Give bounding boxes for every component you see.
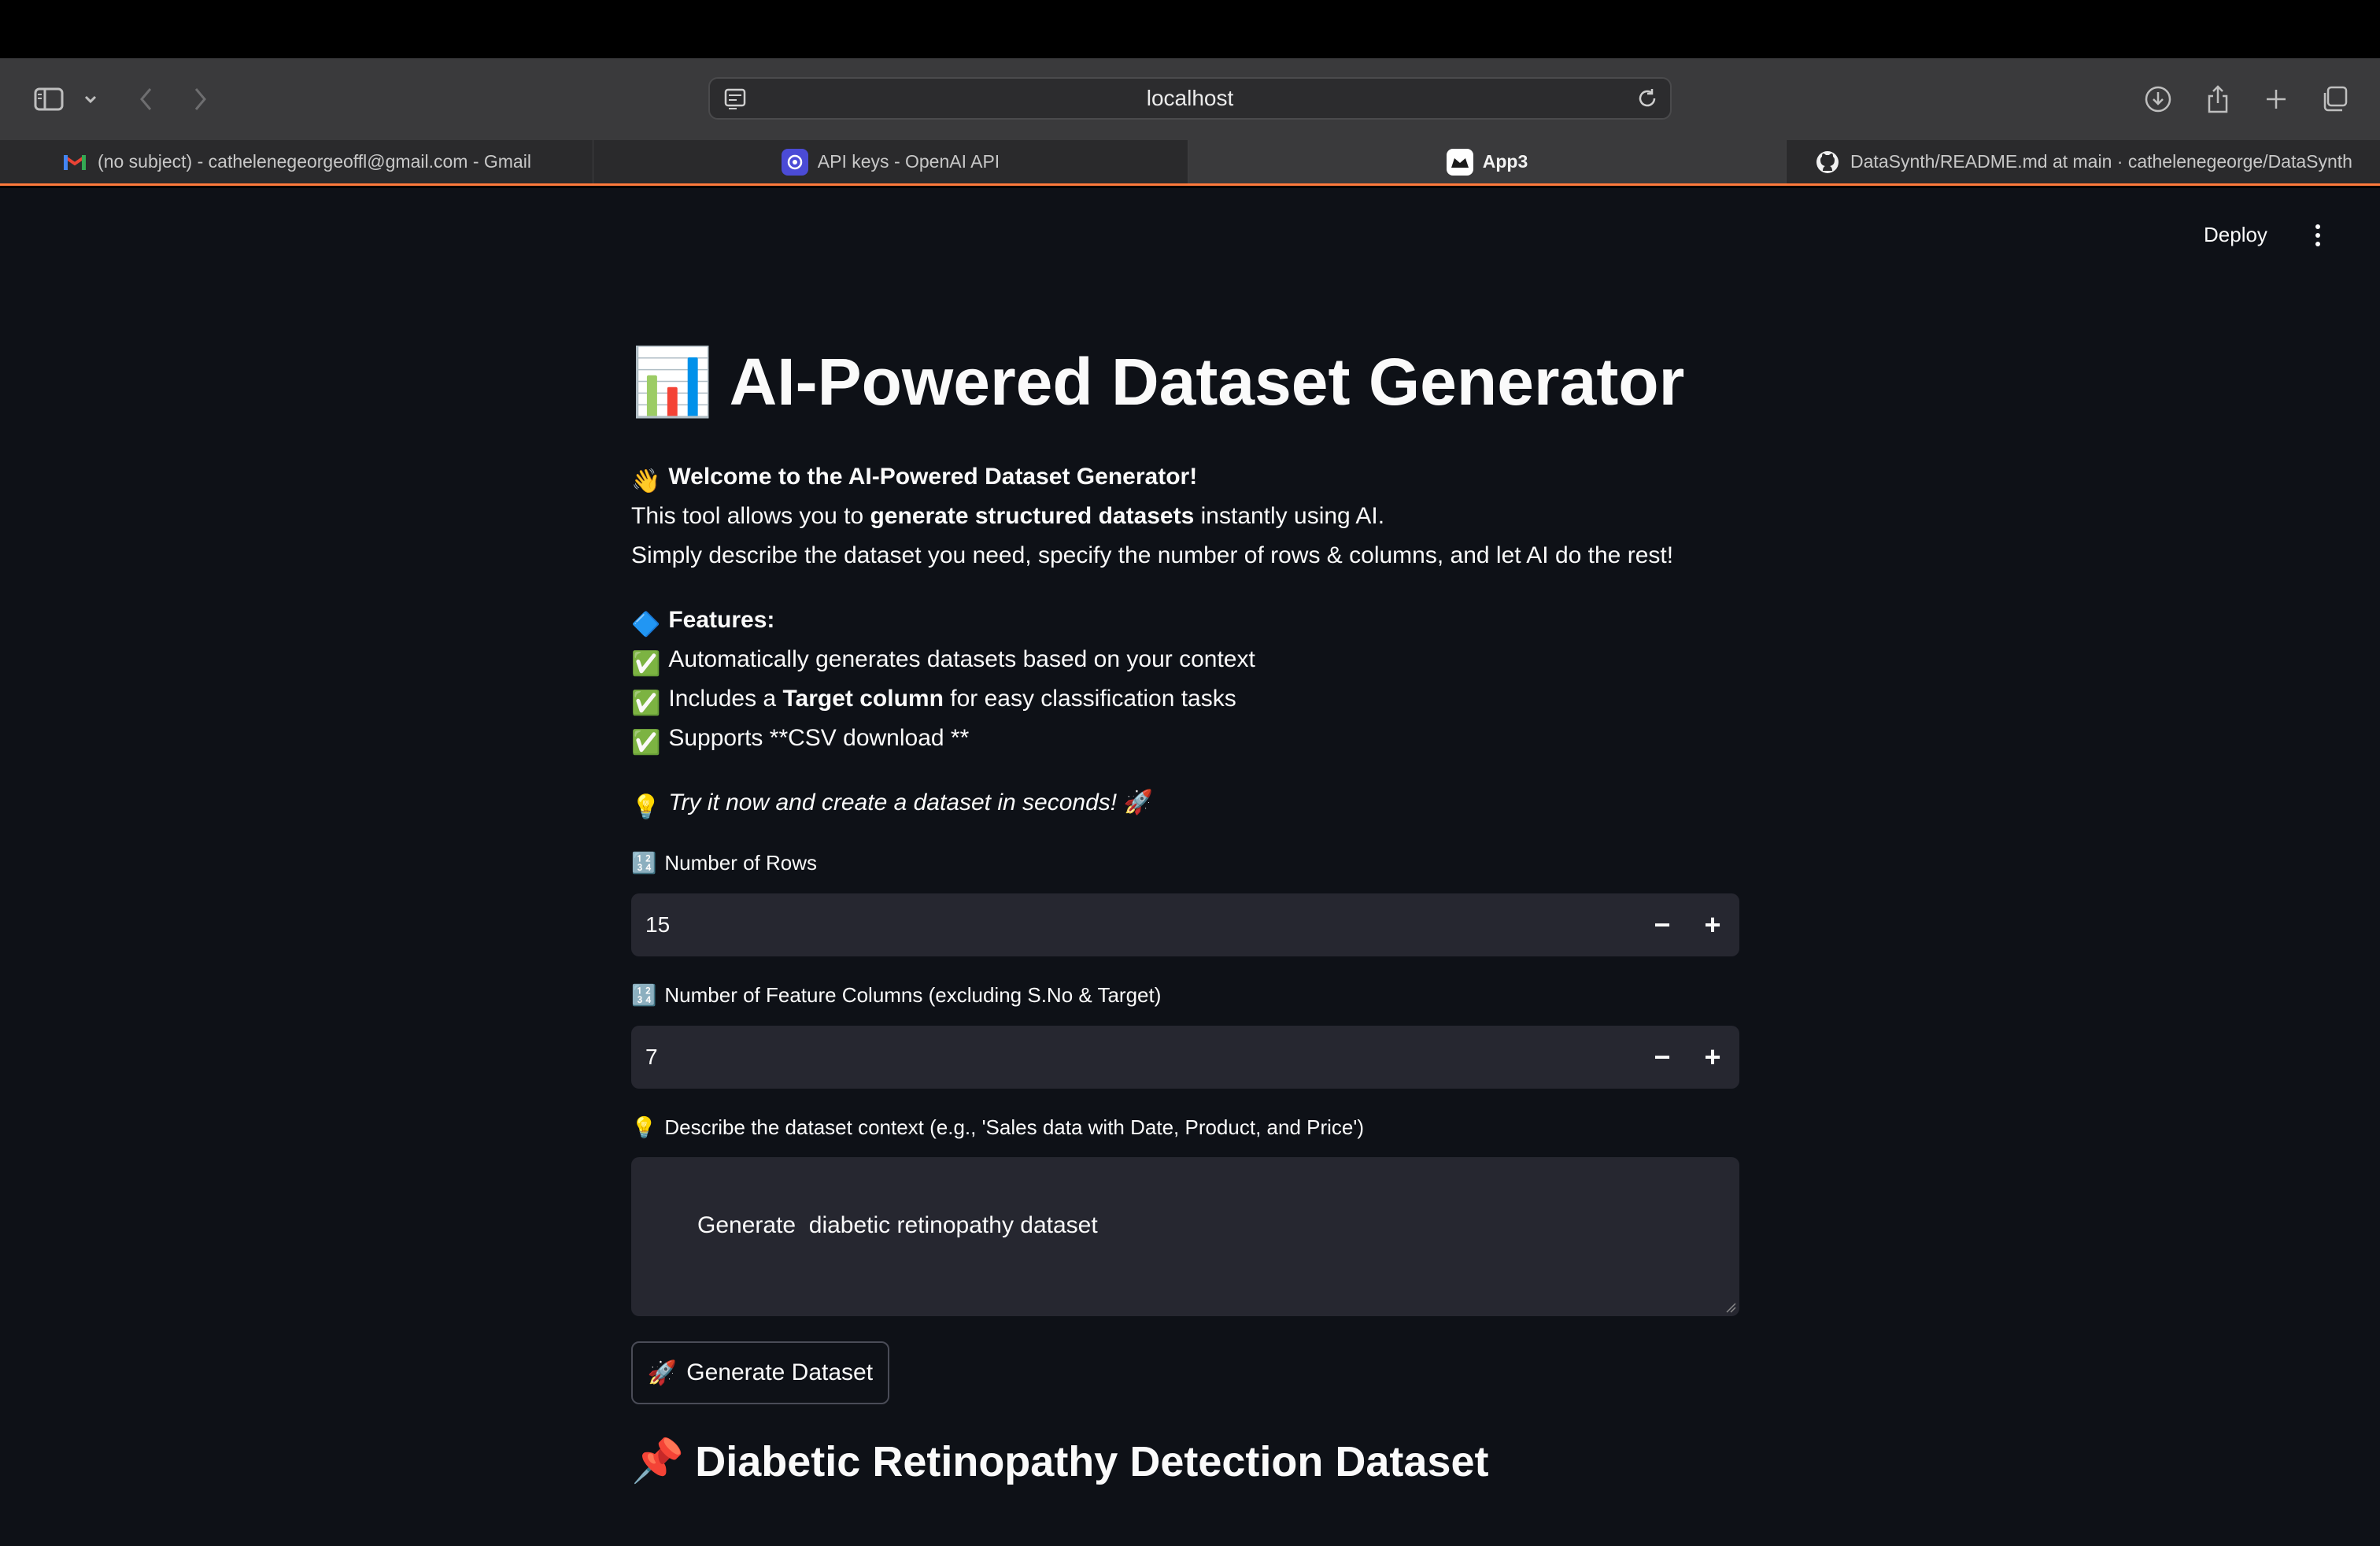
- feature-item: ✅ Automatically generates datasets based …: [631, 640, 1255, 684]
- rocket-emoji-icon: 🚀: [1123, 790, 1153, 816]
- sidebar-toggle-icon[interactable]: [30, 82, 68, 117]
- resize-grip-icon[interactable]: [1725, 1302, 1736, 1313]
- openai-icon: [781, 148, 808, 176]
- intro-line-2: Simply describe the dataset you need, sp…: [631, 542, 1674, 568]
- feature-text: Supports **CSV download **: [668, 725, 970, 751]
- rows-value[interactable]: 15: [645, 893, 670, 956]
- back-icon[interactable]: [131, 82, 162, 117]
- feature-item: ✅ Includes a Target column for easy class…: [631, 679, 1236, 723]
- main-menu-icon[interactable]: [2306, 220, 2330, 251]
- github-icon: [1814, 149, 1841, 176]
- diamond-emoji-icon: 🔷: [631, 612, 661, 638]
- result-heading: 📌 Diabetic Retinopathy Detection Dataset: [631, 1437, 1488, 1486]
- features-heading-text: Features:: [668, 607, 775, 633]
- check-emoji-icon: ✅: [631, 690, 661, 716]
- new-tab-icon[interactable]: [2259, 82, 2293, 117]
- page-title: 📊 AI-Powered Dataset Generator: [631, 349, 1684, 415]
- feature-text: Includes a: [668, 686, 783, 712]
- intro-line-1: This tool allows you to generate structu…: [631, 497, 1384, 536]
- welcome-text: Welcome to the AI-Powered Dataset Genera…: [668, 464, 1198, 490]
- columns-decrement-button[interactable]: −: [1643, 1038, 1681, 1076]
- pin-emoji-icon: 📌: [631, 1437, 685, 1485]
- context-textarea[interactable]: Generate diabetic retinopathy dataset: [631, 1157, 1739, 1316]
- numbers-emoji-icon: 🔢: [631, 851, 657, 875]
- intro-text: instantly using AI.: [1194, 503, 1385, 529]
- bulb-emoji-icon: 💡: [631, 794, 661, 820]
- address-bar[interactable]: localhost: [708, 77, 1672, 120]
- tab-label: DataSynth/README.md at main · catheleneg…: [1850, 151, 2352, 172]
- menubar-strip: [0, 0, 2380, 58]
- forward-icon[interactable]: [184, 82, 216, 117]
- tab-label: App3: [1482, 151, 1528, 172]
- tab-openai[interactable]: API keys - OpenAI API: [593, 140, 1188, 183]
- tab-label: (no subject) - cathelenegeorgeoffl@gmail…: [98, 151, 531, 172]
- rows-label-text: Number of Rows: [664, 851, 817, 875]
- try-it-line: 💡 Try it now and create a dataset in seco…: [631, 783, 1153, 827]
- columns-label-text: Number of Feature Columns (excluding S.N…: [664, 983, 1162, 1007]
- tab-overview-icon[interactable]: [2317, 82, 2352, 117]
- tab-label: API keys - OpenAI API: [817, 151, 1000, 172]
- rows-number-input[interactable]: 15 − +: [631, 893, 1739, 956]
- numbers-emoji-icon: 🔢: [631, 983, 657, 1007]
- rows-decrement-button[interactable]: −: [1643, 906, 1681, 944]
- gmail-icon: [61, 149, 88, 176]
- result-heading-text: Diabetic Retinopathy Detection Dataset: [695, 1437, 1489, 1485]
- share-icon[interactable]: [2201, 82, 2235, 117]
- welcome-line: 👋 Welcome to the AI-Powered Dataset Gener…: [631, 457, 1197, 501]
- downloads-icon[interactable]: [2141, 82, 2175, 117]
- feature-text: for easy classification tasks: [943, 686, 1236, 712]
- url-text: localhost: [1146, 86, 1234, 110]
- columns-increment-button[interactable]: +: [1694, 1038, 1731, 1076]
- rows-label: 🔢 Number of Rows: [631, 851, 817, 875]
- try-it-text: Try it now and create a dataset in secon…: [668, 790, 1118, 816]
- columns-label: 🔢 Number of Feature Columns (excluding S…: [631, 983, 1161, 1008]
- tab-gmail[interactable]: (no subject) - cathelenegeorgeoffl@gmail…: [0, 140, 593, 183]
- context-label-text: Describe the dataset context (e.g., 'Sal…: [664, 1115, 1364, 1139]
- tab-app3[interactable]: App3: [1188, 140, 1787, 183]
- chevron-down-icon[interactable]: [79, 82, 102, 117]
- tab-bar: (no subject) - cathelenegeorgeoffl@gmail…: [0, 140, 2380, 186]
- generate-dataset-button[interactable]: 🚀 Generate Dataset: [631, 1341, 889, 1404]
- wave-emoji-icon: 👋: [631, 468, 661, 494]
- rows-increment-button[interactable]: +: [1694, 906, 1731, 944]
- check-emoji-icon: ✅: [631, 651, 661, 677]
- feature-text: Automatically generates datasets based o…: [668, 646, 1255, 672]
- streamlit-app: Deploy 📊 AI-Powered Dataset Generator 👋 W…: [0, 188, 2380, 1546]
- tab-github[interactable]: DataSynth/README.md at main · catheleneg…: [1787, 140, 2380, 183]
- reload-icon[interactable]: [1635, 87, 1659, 114]
- intro-text: This tool allows you to: [631, 503, 870, 529]
- columns-value[interactable]: 7: [645, 1026, 658, 1089]
- browser-toolbar: localhost: [0, 58, 2380, 140]
- rocket-emoji-icon: 🚀: [647, 1359, 678, 1386]
- bulb-emoji-icon: 💡: [631, 1115, 657, 1139]
- generate-dataset-label: Generate Dataset: [686, 1359, 874, 1385]
- context-value[interactable]: Generate diabetic retinopathy dataset: [697, 1212, 1098, 1238]
- context-label: 💡 Describe the dataset context (e.g., 'S…: [631, 1115, 1364, 1140]
- streamlit-icon: [1446, 148, 1473, 176]
- features-heading: 🔷 Features:: [631, 601, 774, 645]
- page-title-text: AI-Powered Dataset Generator: [729, 345, 1685, 419]
- chart-emoji-icon: 📊: [631, 345, 714, 419]
- intro-bold-text: generate structured datasets: [870, 503, 1195, 529]
- check-emoji-icon: ✅: [631, 730, 661, 756]
- deploy-button[interactable]: Deploy: [2204, 223, 2267, 247]
- feature-item: ✅ Supports **CSV download **: [631, 719, 969, 763]
- feature-bold-text: Target column: [782, 686, 944, 712]
- columns-number-input[interactable]: 7 − +: [631, 1026, 1739, 1089]
